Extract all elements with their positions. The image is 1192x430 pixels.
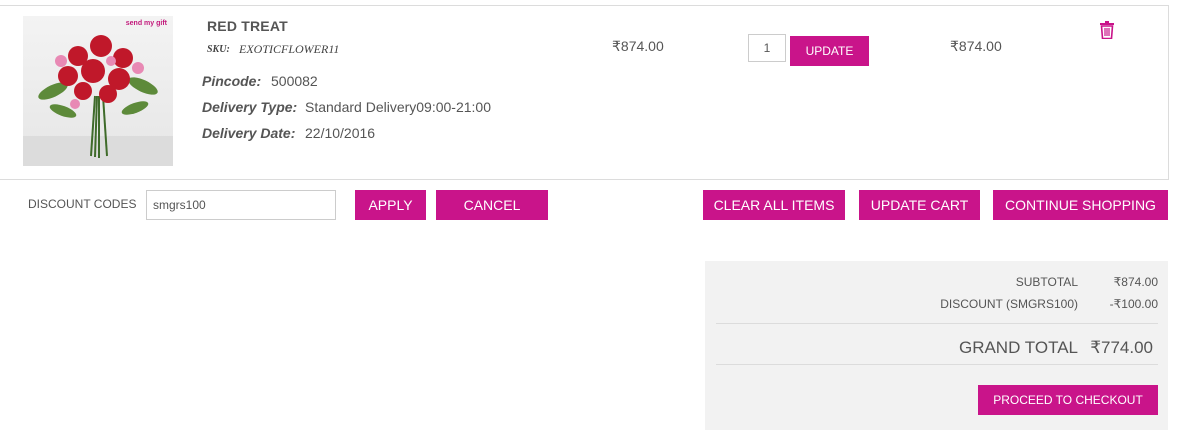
pincode-label: Pincode: xyxy=(202,73,262,89)
apply-discount-button[interactable]: APPLY xyxy=(355,190,426,220)
update-quantity-button[interactable]: UPDATE xyxy=(790,36,869,66)
discount-code-input[interactable] xyxy=(146,190,336,220)
cancel-discount-button[interactable]: CANCEL xyxy=(436,190,548,220)
summary-divider xyxy=(716,323,1158,324)
discount-codes-label: DISCOUNT CODES xyxy=(28,197,137,211)
delivery-type-value: Standard Delivery09:00-21:00 xyxy=(305,99,492,115)
trash-icon[interactable] xyxy=(1099,21,1115,39)
summary-divider xyxy=(716,364,1158,365)
subtotal-label: SUBTOTAL xyxy=(1015,275,1078,289)
sku-value: EXOTICFLOWER11 xyxy=(239,42,340,56)
delivery-date-value: 22/10/2016 xyxy=(305,125,376,141)
subtotal-value: ₹874.00 xyxy=(1113,275,1158,289)
discount-summary-label: DISCOUNT (SMGRS100) xyxy=(940,297,1078,311)
unit-price: ₹874.00 xyxy=(612,38,664,54)
sku-label: SKU: xyxy=(207,44,230,55)
grand-total-value: ₹774.00 xyxy=(1090,338,1153,357)
delivery-type-label: Delivery Type: xyxy=(202,99,298,115)
brand-logo: send my gift xyxy=(125,20,167,27)
pincode-value: 500082 xyxy=(271,73,318,89)
clear-all-items-button[interactable]: CLEAR ALL ITEMS xyxy=(703,190,845,220)
cart-item-row: send my gift RED TREAT SKU: EXOTICFLOWER… xyxy=(0,5,1169,180)
product-name[interactable]: RED TREAT xyxy=(207,18,288,34)
product-image[interactable]: send my gift xyxy=(23,16,173,166)
proceed-to-checkout-button[interactable]: PROCEED TO CHECKOUT xyxy=(978,385,1158,415)
continue-shopping-button[interactable]: CONTINUE SHOPPING xyxy=(993,190,1168,220)
flower-bouquet-image xyxy=(23,35,173,166)
discount-summary-value: -₹100.00 xyxy=(1109,297,1158,311)
order-summary: SUBTOTAL ₹874.00 DISCOUNT (SMGRS100) -₹1… xyxy=(705,261,1168,430)
quantity-input[interactable] xyxy=(748,34,786,62)
delivery-date-label: Delivery Date: xyxy=(202,125,296,141)
line-total: ₹874.00 xyxy=(950,38,1002,54)
grand-total-label: GRAND TOTAL xyxy=(958,338,1078,357)
update-cart-button[interactable]: UPDATE CART xyxy=(859,190,980,220)
